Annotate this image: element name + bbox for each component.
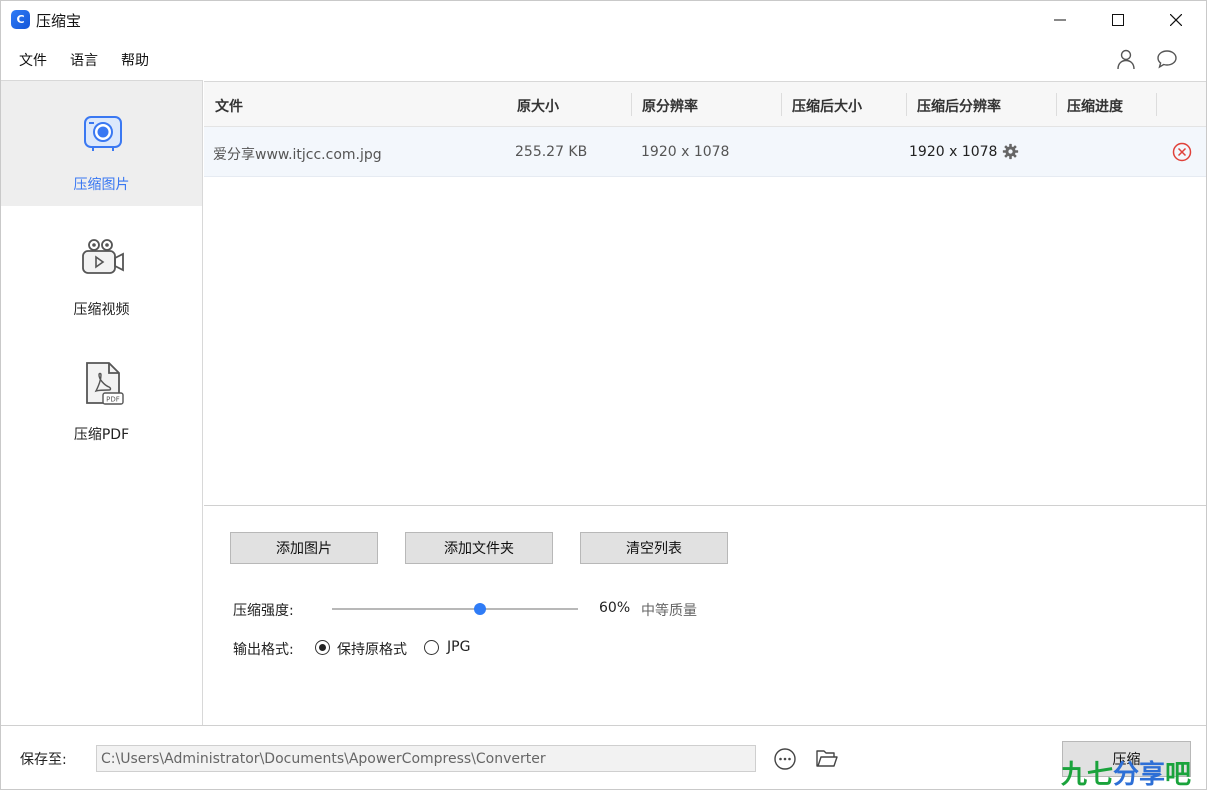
strength-slider[interactable]: [332, 603, 578, 615]
maximize-icon: [1112, 14, 1124, 26]
menu-bar: 文件 语言 帮助: [1, 39, 1206, 79]
sidebar-item-label: 压缩图片: [73, 177, 130, 193]
column-divider: [1156, 93, 1157, 116]
cell-original-resolution: 1920 x 1078: [641, 144, 730, 160]
column-divider: [1056, 93, 1057, 116]
radio-jpg[interactable]: [424, 640, 439, 655]
menu-language[interactable]: 语言: [70, 50, 98, 70]
feedback-button[interactable]: [1156, 48, 1178, 70]
menu-help[interactable]: 帮助: [121, 50, 149, 70]
radio-jpg-label[interactable]: JPG: [447, 639, 470, 655]
user-icon: [1117, 49, 1135, 70]
cell-compressed-resolution: 1920 x 1078: [909, 144, 998, 160]
format-label: 输出格式:: [233, 642, 294, 658]
file-table: 文件 原大小 原分辨率 压缩后大小 压缩后分辨率 压缩进度 爱分享www.itj…: [204, 81, 1206, 505]
cell-file-name: 爱分享www.itjcc.com.jpg: [213, 147, 382, 163]
column-divider: [906, 93, 907, 116]
cell-original-size: 255.27 KB: [515, 144, 588, 160]
footer: 保存至: 压缩 九七分享吧: [1, 725, 1206, 790]
column-divider: [631, 93, 632, 116]
watermark-text: 九七分享吧: [1061, 754, 1191, 790]
more-icon: [774, 748, 796, 770]
radio-keep-format[interactable]: [315, 640, 330, 655]
gear-icon[interactable]: [1002, 143, 1019, 160]
minimize-button[interactable]: [1031, 1, 1089, 39]
controls-panel: 添加图片 添加文件夹 清空列表 压缩强度: 60% 中等质量 输出格式: 保持原…: [204, 505, 1206, 725]
maximize-button[interactable]: [1089, 1, 1147, 39]
column-header-compressed-size: 压缩后大小: [792, 99, 862, 115]
clear-list-button[interactable]: 清空列表: [580, 532, 728, 564]
table-header: 文件 原大小 原分辨率 压缩后大小 压缩后分辨率 压缩进度: [204, 82, 1206, 127]
close-icon: [1170, 14, 1182, 26]
svg-text:PDF: PDF: [106, 396, 120, 404]
watermark-part: 分享: [1113, 760, 1166, 790]
sidebar-item-compress-image[interactable]: 压缩图片: [1, 81, 202, 206]
table-row[interactable]: 爱分享www.itjcc.com.jpg 255.27 KB 1920 x 10…: [204, 127, 1206, 177]
video-camera-icon: [82, 239, 124, 274]
minimize-icon: [1054, 19, 1066, 21]
sidebar-item-compress-pdf[interactable]: PDF 压缩PDF: [1, 331, 202, 456]
chat-bubble-icon: [1157, 50, 1177, 69]
close-window-button[interactable]: [1147, 1, 1205, 39]
strength-percent: 60%: [599, 600, 631, 616]
remove-file-icon[interactable]: [1172, 142, 1192, 162]
column-header-progress: 压缩进度: [1067, 99, 1123, 115]
app-window: 压缩宝 文件 语言 帮助: [0, 0, 1207, 790]
menu-file[interactable]: 文件: [19, 50, 47, 70]
pdf-file-icon: PDF: [86, 362, 124, 405]
save-path-input[interactable]: [96, 745, 756, 772]
add-images-button[interactable]: 添加图片: [230, 532, 378, 564]
title-bar: 压缩宝: [1, 1, 1206, 39]
window-title: 压缩宝: [36, 12, 82, 30]
slider-fill: [332, 608, 480, 610]
column-divider: [781, 93, 782, 116]
sidebar-item-compress-video[interactable]: 压缩视频: [1, 206, 202, 331]
column-header-original-size: 原大小: [517, 99, 559, 115]
user-account-button[interactable]: [1115, 48, 1137, 70]
folder-icon: [816, 750, 838, 767]
strength-label: 压缩强度:: [233, 603, 294, 619]
app-logo-icon: [11, 10, 30, 29]
camera-icon: [84, 116, 122, 151]
add-folder-button[interactable]: 添加文件夹: [405, 532, 553, 564]
column-header-compressed-resolution: 压缩后分辨率: [917, 99, 1001, 115]
watermark-part: 九七: [1061, 760, 1114, 790]
open-folder-button[interactable]: [815, 747, 839, 771]
sidebar-item-label: 压缩视频: [73, 302, 130, 318]
slider-thumb[interactable]: [473, 603, 486, 615]
more-options-button[interactable]: [773, 747, 797, 771]
radio-keep-format-label[interactable]: 保持原格式: [337, 639, 407, 659]
sidebar-item-label: 压缩PDF: [73, 427, 130, 443]
watermark-part: 吧: [1165, 760, 1192, 790]
column-header-file: 文件: [215, 99, 243, 115]
sidebar: 压缩图片 压缩视频 PDF 压缩PDF: [1, 80, 203, 725]
strength-quality: 中等质量: [641, 603, 697, 619]
save-to-label: 保存至:: [20, 752, 67, 768]
column-header-original-resolution: 原分辨率: [642, 99, 698, 115]
